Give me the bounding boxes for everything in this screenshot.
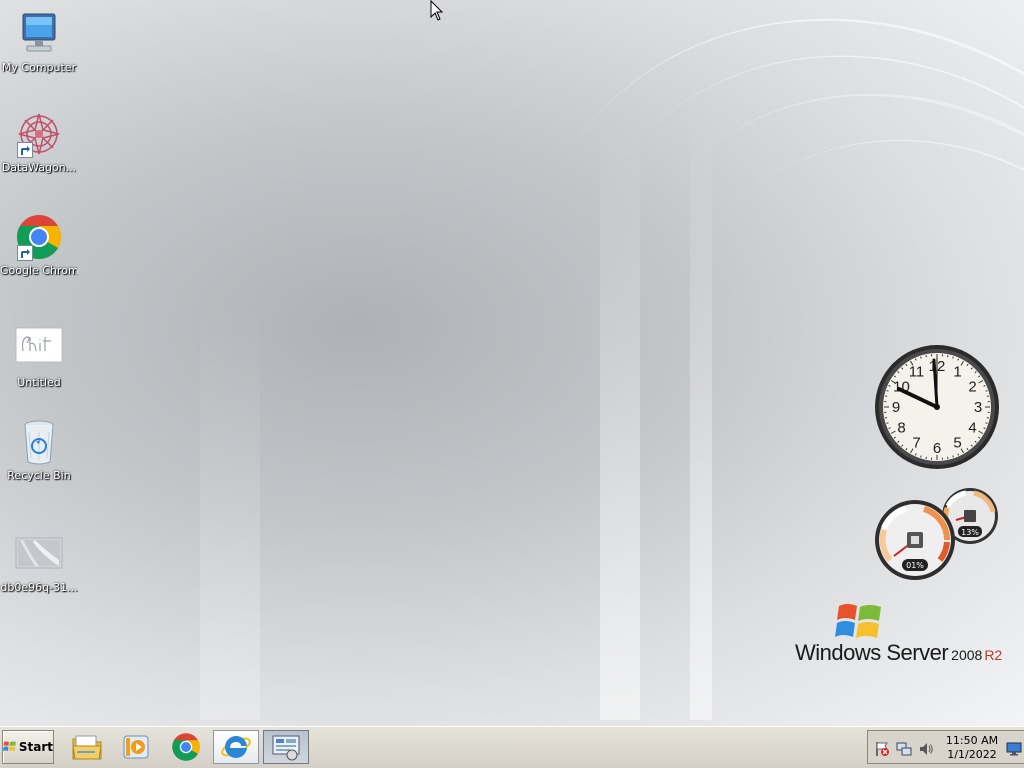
icon-label: My Computer bbox=[1, 61, 77, 74]
taskbar-media-player[interactable] bbox=[113, 730, 159, 764]
file-explorer-icon bbox=[72, 735, 102, 760]
clock-tick bbox=[952, 455, 954, 458]
icon-label: db0e96q-31... bbox=[0, 581, 78, 594]
clock-tick bbox=[952, 356, 954, 359]
clock-numeral: 1 bbox=[953, 364, 961, 381]
desktop-icon-untitled[interactable]: Untitled bbox=[0, 325, 78, 389]
cpu-meter-gadget[interactable]: 13% 01% bbox=[872, 486, 1002, 582]
media-player-icon bbox=[123, 735, 149, 759]
clock-numeral: 6 bbox=[933, 440, 941, 457]
server-manager-icon bbox=[272, 735, 300, 761]
clock-tick bbox=[985, 422, 988, 424]
desktop-icon-recycle-bin[interactable]: Recycle Bin bbox=[0, 418, 78, 482]
icon-label: DataWagon... bbox=[1, 161, 77, 174]
image-file-icon bbox=[15, 325, 63, 373]
tray-date: 1/1/2022 bbox=[947, 748, 997, 761]
memory-percent: 13% bbox=[961, 528, 979, 537]
clock-tick bbox=[920, 455, 922, 458]
clock-numeral: 5 bbox=[953, 435, 961, 452]
wallpaper-light-beam bbox=[600, 120, 640, 720]
shortcut-arrow-icon bbox=[17, 142, 33, 158]
image-thumbnail-icon bbox=[15, 530, 63, 578]
clock-tick bbox=[886, 422, 889, 424]
icon-label: Untitled bbox=[17, 376, 61, 389]
taskbar-file-explorer[interactable] bbox=[64, 730, 110, 764]
volume-icon[interactable] bbox=[918, 741, 934, 757]
chrome-icon bbox=[172, 733, 200, 761]
icon-label: Recycle Bin bbox=[7, 469, 71, 482]
action-center-flag-icon[interactable] bbox=[874, 741, 890, 757]
desktop-icon-google-chrome[interactable]: Google Chrome bbox=[0, 213, 78, 277]
clock-tick bbox=[920, 356, 922, 359]
clock-numeral: 4 bbox=[968, 420, 976, 437]
tray-time: 11:50 AM bbox=[945, 734, 999, 747]
brand-edition: R2 bbox=[984, 647, 1003, 663]
monitor-icon bbox=[1006, 742, 1022, 756]
icon-label: Google Chrome bbox=[0, 264, 78, 277]
taskbar-internet-explorer[interactable] bbox=[213, 730, 259, 764]
network-icon[interactable] bbox=[896, 741, 912, 757]
desktop-icon-image-thumbnail[interactable]: db0e96q-31... bbox=[0, 530, 78, 594]
wallpaper-light-beam bbox=[200, 300, 260, 720]
brand-name: Windows Server bbox=[795, 640, 949, 665]
mouse-cursor-icon bbox=[430, 0, 444, 22]
desktop-icon-my-computer[interactable]: My Computer bbox=[0, 10, 78, 74]
wallpaper-light-beam bbox=[690, 120, 712, 720]
clock-numeral: 9 bbox=[892, 399, 900, 416]
recycle-bin-icon bbox=[15, 418, 63, 466]
brand-year: 2008 bbox=[951, 647, 983, 663]
internet-explorer-icon bbox=[221, 735, 251, 758]
windows-start-icon bbox=[3, 741, 16, 751]
clock-tick bbox=[886, 390, 889, 392]
windows-logo-icon bbox=[835, 604, 881, 638]
clock-gadget[interactable]: 12 1 2 3 4 5 6 7 8 9 10 11 bbox=[874, 344, 1000, 470]
windows-branding: Windows Server 2008 R2 bbox=[795, 600, 1005, 670]
cpu-percent: 01% bbox=[906, 561, 924, 570]
clock-numeral: 3 bbox=[974, 399, 982, 416]
datawagon-icon bbox=[15, 110, 63, 158]
desktop[interactable]: My Computer DataWagon... Google Chrome U… bbox=[0, 0, 1024, 726]
computer-icon bbox=[15, 10, 63, 58]
chrome-icon bbox=[15, 213, 63, 261]
desktop-icon-datawagon[interactable]: DataWagon... bbox=[0, 110, 78, 174]
clock-numeral: 8 bbox=[897, 420, 905, 437]
start-button[interactable]: Start bbox=[2, 730, 54, 764]
taskbar: Start 11:50 AM 1/1/2022 bbox=[0, 726, 1024, 768]
clock-numeral: 2 bbox=[968, 379, 976, 396]
show-desktop-button[interactable] bbox=[1006, 741, 1022, 756]
clock-tick bbox=[985, 390, 988, 392]
start-label: Start bbox=[18, 740, 53, 754]
memory-chip-icon bbox=[964, 510, 976, 522]
tray-clock[interactable]: 11:50 AM 1/1/2022 bbox=[936, 734, 1008, 762]
taskbar-server-manager[interactable] bbox=[263, 730, 309, 764]
shortcut-arrow-icon bbox=[17, 245, 33, 261]
taskbar-chrome[interactable] bbox=[163, 730, 209, 764]
system-tray: 11:50 AM 1/1/2022 bbox=[867, 730, 1024, 764]
clock-numeral: 7 bbox=[912, 435, 920, 452]
clock-numeral: 11 bbox=[909, 364, 925, 381]
